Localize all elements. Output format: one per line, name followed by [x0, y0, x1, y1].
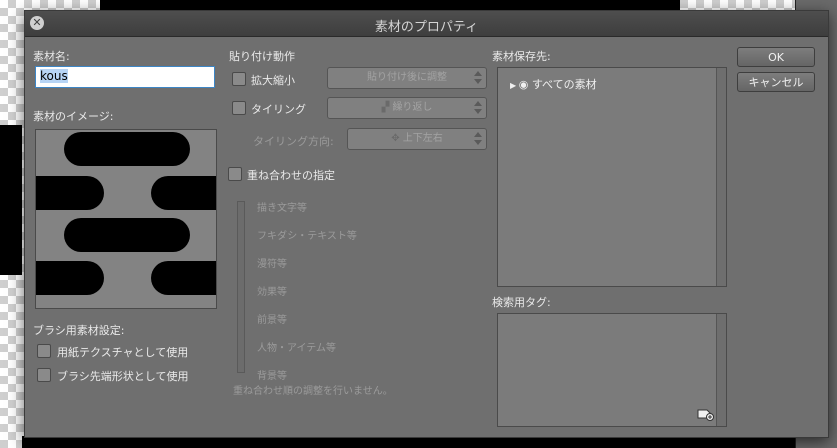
tiling-direction-select[interactable]: ✥ 上下左右	[347, 128, 487, 150]
search-tags-label: 検索用タグ:	[492, 296, 551, 309]
ok-button[interactable]: OK	[737, 47, 815, 67]
tree-item-all-materials[interactable]: ▶ ◉ すべての素材	[510, 76, 597, 92]
preview-shape	[36, 176, 104, 210]
direction-icon: ✥	[391, 133, 403, 144]
preview-shape	[64, 132, 190, 166]
stepper-arrows-icon	[474, 132, 482, 146]
scale-select-value: 貼り付け後に調整	[367, 72, 447, 83]
layer-order-note: 重ね合わせ順の調整を行いません。	[233, 386, 393, 397]
scale-select[interactable]: 貼り付け後に調整	[327, 67, 487, 89]
cancel-button[interactable]: キャンセル	[737, 72, 815, 92]
expand-arrow-icon[interactable]: ▶	[510, 81, 519, 90]
material-properties-dialog: ✕ 素材のプロパティ 素材名: kous 素材のイメージ: ブラシ用素材設定: …	[24, 10, 829, 438]
tiling-select[interactable]: ▞ 繰り返し	[327, 97, 487, 119]
paper-texture-checkbox[interactable]	[37, 344, 51, 358]
repeat-icon: ▞	[381, 102, 393, 113]
layer-order-item: 効果等	[257, 287, 287, 298]
layer-order-item: 背景等	[257, 371, 287, 382]
scale-label: 拡大縮小	[251, 74, 295, 87]
paste-behavior-label: 貼り付け動作	[229, 50, 295, 63]
dialog-title: 素材のプロパティ	[374, 20, 479, 35]
layer-order-checkbox[interactable]	[228, 167, 242, 181]
tiling-label: タイリング	[251, 103, 306, 116]
layer-order-item: 描き文字等	[257, 203, 307, 214]
storage-location-label: 素材保存先:	[492, 50, 551, 63]
brush-tip-label: ブラシ先端形状として使用	[57, 370, 189, 383]
scale-checkbox[interactable]	[232, 72, 246, 86]
stepper-arrows-icon	[474, 101, 482, 115]
tiling-select-value: 繰り返し	[392, 102, 433, 113]
folder-icon: ◉	[518, 78, 532, 91]
search-tags-box[interactable]	[497, 313, 727, 427]
layer-order-slider[interactable]	[237, 201, 245, 373]
material-name-value: kous	[40, 69, 68, 83]
layer-order-item: フキダシ・テキスト等	[257, 231, 357, 242]
add-tag-icon[interactable]	[697, 407, 715, 421]
layer-order-item: 漫符等	[257, 259, 287, 270]
tags-scrollbar[interactable]	[716, 314, 726, 426]
stepper-arrows-icon	[474, 71, 482, 85]
preview-shape	[36, 261, 104, 295]
storage-tree[interactable]: ▶ ◉ すべての素材	[497, 67, 727, 287]
layer-order-label: 重ね合わせの指定	[247, 169, 335, 182]
brush-tip-checkbox[interactable]	[37, 368, 51, 382]
storage-scrollbar[interactable]	[716, 68, 726, 286]
paper-texture-label: 用紙テクスチャとして使用	[57, 346, 189, 359]
material-image-label: 素材のイメージ:	[33, 110, 114, 123]
tiling-direction-label: タイリング方向:	[253, 135, 334, 148]
material-name-label: 素材名:	[33, 50, 70, 63]
brush-settings-label: ブラシ用素材設定:	[33, 324, 125, 337]
preview-shape	[151, 176, 216, 210]
layer-order-item: 前景等	[257, 315, 287, 326]
title-bar: ✕ 素材のプロパティ	[25, 11, 828, 37]
background-canvas	[0, 125, 22, 275]
preview-shape	[64, 218, 190, 252]
tiling-checkbox[interactable]	[232, 101, 246, 115]
preview-shape	[151, 261, 216, 295]
tree-item-label: すべての素材	[531, 78, 597, 91]
layer-order-item: 人物・アイテム等	[257, 343, 336, 354]
tiling-direction-value: 上下左右	[402, 133, 443, 144]
material-image-preview	[35, 129, 217, 309]
material-name-input[interactable]: kous	[35, 66, 215, 88]
